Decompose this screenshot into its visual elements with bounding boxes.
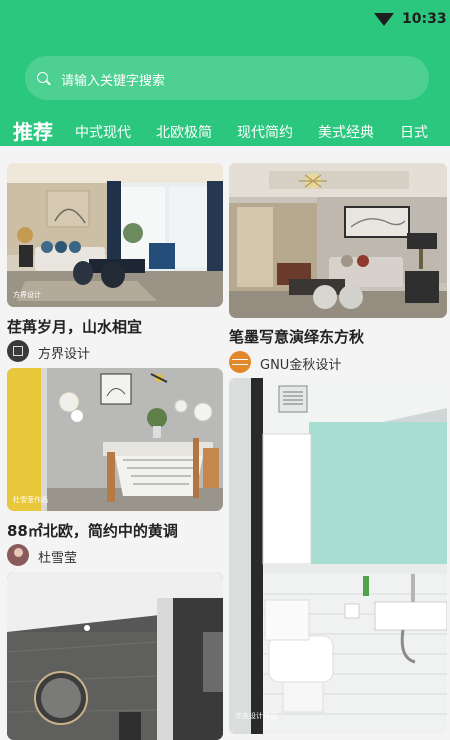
dining-room-photo: 杜雪莹作品 [7,368,223,511]
search-bar[interactable]: 请输入关键字搜索 [25,56,429,100]
tab-chinese-modern[interactable]: 中式现代 [75,122,131,142]
search-icon [37,72,48,83]
person-icon [14,548,23,557]
avatar[interactable] [229,351,251,373]
feed-card-title[interactable]: 荏苒岁月，山水相宜 [7,316,142,337]
author-name[interactable]: GNU金秋设计 [260,354,341,373]
feed-card-title[interactable]: 88㎡北欧，简约中的黄调 [7,520,178,541]
svg-text:杜雪莹作品: 杜雪莹作品 [13,495,48,504]
living-room-photo: 方界设计 [7,163,223,307]
avatar[interactable] [7,544,29,566]
tab-american-classic[interactable]: 美式经典 [318,122,374,142]
living-room-photo [229,163,447,318]
category-tabs: 推荐 中式现代 北欧极简 现代简约 美式经典 日式 [0,114,450,146]
app-header: 10:33 请输入关键字搜索 推荐 中式现代 北欧极简 现代简约 美式经典 日式 [0,0,450,146]
tab-nordic-minimal[interactable]: 北欧极简 [156,122,212,142]
tab-japanese[interactable]: 日式 [400,122,428,142]
tab-recommend[interactable]: 推荐 [13,116,53,145]
feed-card-image[interactable]: 齐衣设计作品 [229,378,447,734]
svg-text:齐衣设计作品: 齐衣设计作品 [235,711,277,720]
avatar[interactable] [7,340,29,362]
feed-card-image[interactable]: 方界设计 [7,163,223,307]
feed-card-image[interactable] [7,572,223,740]
svg-text:方界设计: 方界设计 [13,290,41,299]
status-bar: 10:33 [0,0,450,40]
author-name[interactable]: 杜雪莹 [38,547,77,566]
bathroom-photo: 齐衣设计作品 [229,378,447,734]
wifi-icon [374,13,394,26]
status-time: 10:33 [402,11,447,27]
logo-icon [232,359,248,365]
search-input[interactable]: 请输入关键字搜索 [61,70,165,89]
tab-modern-simple[interactable]: 现代简约 [237,122,293,142]
feed-card-title[interactable]: 笔墨写意演绎东方秋 [229,326,364,347]
feed-card-image[interactable] [229,163,447,318]
feed-card-image[interactable]: 杜雪莹作品 [7,368,223,511]
bathroom-photo [7,572,223,740]
logo-icon [13,346,23,356]
author-name[interactable]: 方界设计 [38,343,90,362]
